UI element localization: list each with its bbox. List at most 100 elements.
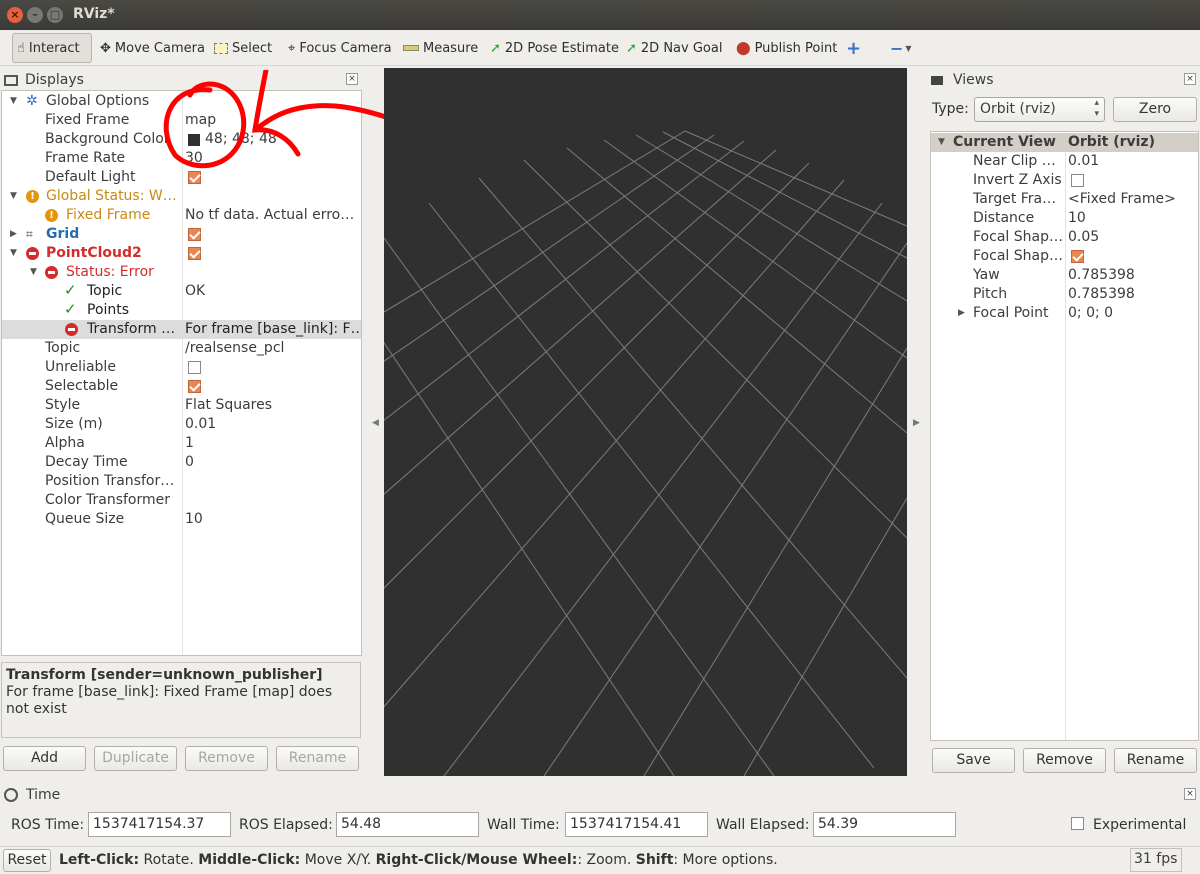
tree-row-focal-point[interactable]: ▶ Focal Point 0; 0; 0 <box>931 304 1198 323</box>
tree-row-focal-shape-size[interactable]: Focal Shap… 0.05 <box>931 228 1198 247</box>
tree-row-fixed-frame-status[interactable]: ! Fixed Frame No tf data. Actual erro… <box>2 206 361 225</box>
remove-view-button[interactable]: Remove <box>1023 748 1106 773</box>
remove-tool-button[interactable]: − ▼ <box>890 33 912 63</box>
experimental-checkbox[interactable] <box>1071 817 1084 830</box>
fps-display: 31 fps <box>1130 848 1182 872</box>
tree-value[interactable]: 0.01 <box>1068 152 1099 171</box>
duplicate-display-button[interactable]: Duplicate <box>94 746 177 771</box>
tree-label: Unreliable <box>45 359 116 375</box>
tree-value[interactable]: 0 <box>185 453 194 472</box>
close-time-button[interactable]: × <box>1184 788 1196 800</box>
remove-display-button[interactable]: Remove <box>185 746 268 771</box>
tree-value[interactable]: 0.05 <box>1068 228 1099 247</box>
maximize-window-button[interactable]: □ <box>47 7 63 23</box>
tree-value[interactable]: 0; 0; 0 <box>1068 304 1113 323</box>
selectable-checkbox[interactable] <box>188 379 201 393</box>
tree-row-color-transformer[interactable]: Color Transformer <box>2 491 361 510</box>
views-tree[interactable]: ▼ Current View Orbit (rviz) Near Clip … … <box>930 131 1199 741</box>
wall-elapsed-field[interactable]: 54.39 <box>813 812 956 837</box>
tree-row-style[interactable]: Style Flat Squares <box>2 396 361 415</box>
minimize-window-button[interactable]: – <box>27 7 43 23</box>
tree-row-points-status[interactable]: ✓ Points <box>2 300 361 320</box>
close-window-button[interactable]: × <box>7 7 23 23</box>
wall-time-field[interactable]: 1537417154.41 <box>565 812 708 837</box>
tree-row-near-clip[interactable]: Near Clip … 0.01 <box>931 152 1198 171</box>
ros-elapsed-field[interactable]: 54.48 <box>336 812 479 837</box>
interact-tool-button[interactable]: ☝ Interact <box>12 33 92 63</box>
close-views-button[interactable]: × <box>1184 73 1196 85</box>
tree-label: Style <box>45 397 81 413</box>
collapse-right-icon[interactable]: ▶ <box>913 418 920 428</box>
expand-arrow-icon[interactable]: ▼ <box>938 133 945 152</box>
view-type-select[interactable]: Orbit (rviz) ▴ ▾ <box>974 97 1105 122</box>
tree-row-unreliable[interactable]: Unreliable <box>2 358 361 377</box>
reset-button[interactable]: Reset <box>3 849 51 872</box>
measure-tool-button[interactable]: Measure <box>403 33 478 63</box>
rename-display-button[interactable]: Rename <box>276 746 359 771</box>
tree-label: Focal Point <box>973 305 1049 321</box>
3d-render-viewport[interactable] <box>384 68 907 776</box>
tree-row-distance[interactable]: Distance 10 <box>931 209 1198 228</box>
tree-row-pointcloud2[interactable]: ▼ PointCloud2 <box>2 244 361 263</box>
tree-row-transform-status[interactable]: Transform … For frame [base_link]: F… <box>2 320 361 339</box>
tree-value[interactable]: 10 <box>1068 209 1086 228</box>
expand-arrow-icon[interactable]: ▼ <box>10 244 17 263</box>
tree-row-focal-shape-fixed[interactable]: Focal Shap… <box>931 247 1198 266</box>
publish-point-tool-button[interactable]: ⬤ Publish Point <box>736 33 837 63</box>
tree-row-size[interactable]: Size (m) 0.01 <box>2 415 361 434</box>
expand-arrow-icon[interactable]: ▼ <box>30 263 37 282</box>
tree-row-target-frame[interactable]: Target Fra… <Fixed Frame> <box>931 190 1198 209</box>
collapse-arrow-icon[interactable]: ▶ <box>10 225 17 244</box>
ros-time-label: ROS Time: <box>11 817 85 833</box>
focal-shape-fixed-checkbox[interactable] <box>1071 249 1084 263</box>
select-tool-button[interactable]: Select <box>214 33 272 63</box>
tree-row-global-status[interactable]: ▼ ! Global Status: W… <box>2 187 361 206</box>
invert-z-checkbox[interactable] <box>1071 173 1084 187</box>
tree-row-topic[interactable]: Topic /realsense_pcl <box>2 339 361 358</box>
add-tool-button[interactable]: + <box>846 33 861 63</box>
collapse-arrow-icon[interactable]: ▶ <box>958 304 965 323</box>
tree-row-yaw[interactable]: Yaw 0.785398 <box>931 266 1198 285</box>
tree-value[interactable]: 10 <box>185 510 203 529</box>
tree-row-alpha[interactable]: Alpha 1 <box>2 434 361 453</box>
ros-time-field[interactable]: 1537417154.37 <box>88 812 231 837</box>
view-type-label: Type: <box>932 101 969 117</box>
window-title: RViz* <box>73 6 115 22</box>
tree-row-selectable[interactable]: Selectable <box>2 377 361 396</box>
focus-camera-tool-button[interactable]: ⌖ Focus Camera <box>288 33 392 63</box>
2d-pose-estimate-tool-button[interactable]: ➚ 2D Pose Estimate <box>490 33 619 63</box>
time-panel-header: Time <box>4 784 304 806</box>
tree-value[interactable]: <Fixed Frame> <box>1068 190 1176 209</box>
add-display-button[interactable]: Add <box>3 746 86 771</box>
expand-arrow-icon[interactable]: ▼ <box>10 187 17 206</box>
expand-arrow-icon[interactable]: ▼ <box>10 92 17 111</box>
tree-row-pitch[interactable]: Pitch 0.785398 <box>931 285 1198 304</box>
grid-enabled-checkbox[interactable] <box>188 227 201 241</box>
tree-row-topic-status[interactable]: ✓ Topic OK <box>2 281 361 301</box>
tree-value[interactable]: 0.785398 <box>1068 285 1135 304</box>
tree-value[interactable]: 1 <box>185 434 194 453</box>
zero-view-button[interactable]: Zero <box>1113 97 1197 122</box>
unreliable-checkbox[interactable] <box>188 360 201 374</box>
2d-nav-goal-tool-button[interactable]: ➚ 2D Nav Goal <box>626 33 722 63</box>
tree-value[interactable]: /realsense_pcl <box>185 339 284 358</box>
view-type-value: Orbit (rviz) <box>980 101 1056 117</box>
tree-value[interactable]: 0.785398 <box>1068 266 1135 285</box>
spin-arrows-icon: ▴ ▾ <box>1094 98 1099 119</box>
tree-row-invert-z[interactable]: Invert Z Axis <box>931 171 1198 190</box>
collapse-left-icon[interactable]: ◀ <box>372 418 379 428</box>
pointcloud2-enabled-checkbox[interactable] <box>188 246 201 260</box>
tree-row-status-error[interactable]: ▼ Status: Error <box>2 263 361 282</box>
tree-row-position-transformer[interactable]: Position Transfor… <box>2 472 361 491</box>
tree-row-grid[interactable]: ▶ ⌗ Grid <box>2 225 361 244</box>
tree-row-queue-size[interactable]: Queue Size 10 <box>2 510 361 529</box>
tree-value[interactable]: 0.01 <box>185 415 216 434</box>
rename-view-button[interactable]: Rename <box>1114 748 1197 773</box>
tree-row-current-view[interactable]: ▼ Current View Orbit (rviz) <box>931 133 1198 152</box>
tree-value[interactable]: Flat Squares <box>185 396 272 415</box>
ruler-icon <box>403 45 419 51</box>
nav-goal-label: 2D Nav Goal <box>640 40 723 56</box>
move-camera-tool-button[interactable]: ✥ Move Camera <box>100 33 205 63</box>
tree-row-decay-time[interactable]: Decay Time 0 <box>2 453 361 472</box>
save-view-button[interactable]: Save <box>932 748 1015 773</box>
